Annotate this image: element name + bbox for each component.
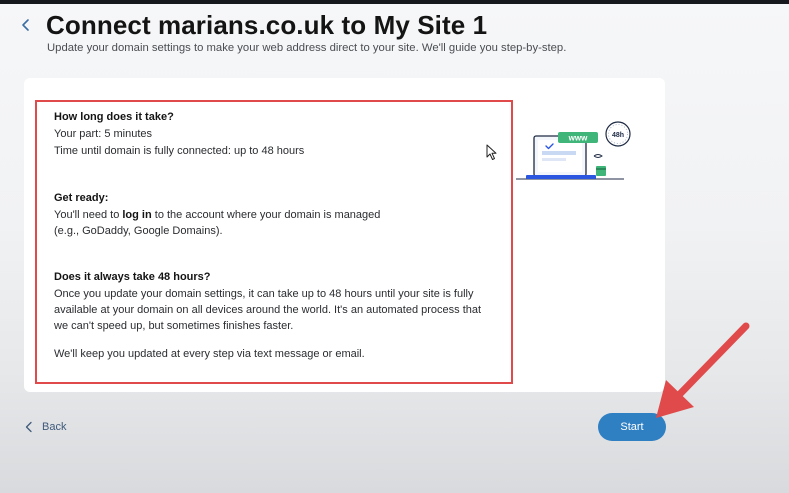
laptop-illustration: www 48h	[516, 121, 631, 180]
always-48-line-3: we can't speed up, but sometimes finishe…	[54, 320, 294, 332]
mouse-cursor-icon	[486, 144, 497, 160]
updates-text: We'll keep you updated at every step via…	[54, 348, 365, 360]
how-long-heading: How long does it take?	[54, 111, 174, 123]
get-ready-heading: Get ready:	[54, 192, 109, 204]
annotation-highlight-box	[35, 100, 513, 384]
page-title: Connect marians.co.uk to My Site 1	[46, 10, 488, 40]
get-ready-line-2: (e.g., GoDaddy, Google Domains).	[54, 225, 223, 237]
clock-label: 48h	[612, 132, 624, 139]
top-strip	[0, 0, 789, 4]
back-button[interactable]: Back	[24, 418, 66, 436]
always-48-line-2: available at your domain on all devices …	[54, 304, 482, 316]
back-label: Back	[42, 421, 67, 433]
log-in-emphasis: log in	[122, 209, 152, 221]
always-48-heading: Does it always take 48 hours?	[54, 271, 211, 283]
get-ready-line-1-prefix: You'll need to	[54, 209, 123, 221]
www-label: www	[568, 134, 588, 143]
your-part-text: Your part: 5 minutes	[54, 128, 153, 140]
clock-icon: 48h	[605, 121, 631, 147]
chevron-left-icon[interactable]	[16, 12, 36, 38]
chevron-left-icon	[25, 421, 32, 433]
time-until-text: Time until domain is fully connected: up…	[54, 145, 305, 157]
always-48-line-1: Once you update your domain settings, it…	[54, 288, 474, 300]
page-subtitle: Update your domain settings to make your…	[47, 42, 567, 54]
get-ready-line-1: You'll need to log in to the account whe…	[54, 209, 380, 221]
get-ready-line-1-suffix: to the account where your domain is mana…	[151, 209, 381, 221]
start-button[interactable]: Start	[598, 413, 666, 441]
